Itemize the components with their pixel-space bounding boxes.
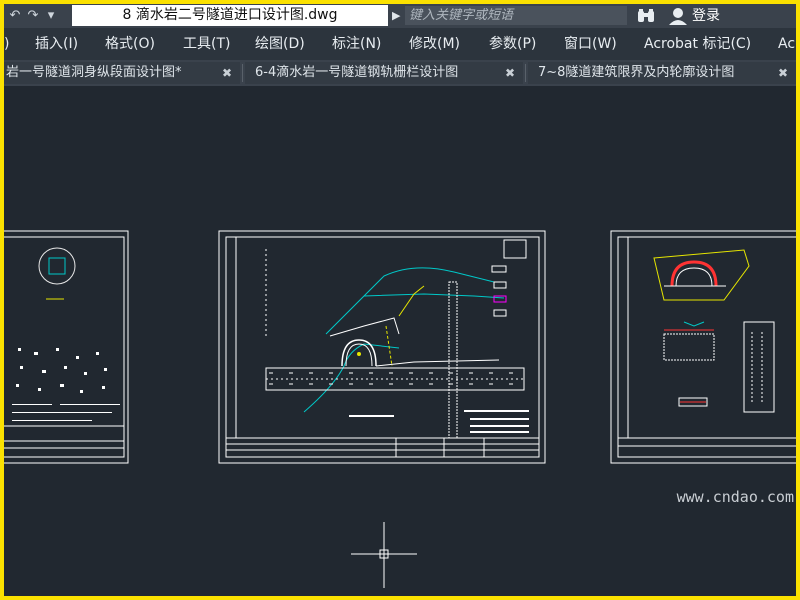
menu-item-partial[interactable]: ) xyxy=(4,28,9,60)
tab-rail-fence[interactable]: 6-4滴水岩一号隧道钢轨栅栏设计图 ✖ xyxy=(245,62,523,84)
menu-item-draw[interactable]: 绘图(D) xyxy=(255,28,305,60)
menu-item-parameters[interactable]: 参数(P) xyxy=(489,28,536,60)
redo-icon[interactable]: ↷ xyxy=(24,7,42,25)
document-tab-bar: 岩一号隧道洞身纵段面设计图* ✖ 6-4滴水岩一号隧道钢轨栅栏设计图 ✖ 7~8… xyxy=(4,60,796,86)
menu-item-dimension[interactable]: 标注(N) xyxy=(332,28,381,60)
menu-item-acrobat[interactable]: Acrobat 标记(C) xyxy=(644,28,751,60)
menu-item-insert[interactable]: 插入(I) xyxy=(35,28,78,60)
quick-access-toolbar: ↶ ↷ ▾ xyxy=(6,7,68,25)
drawing-canvas[interactable] xyxy=(4,86,796,596)
menu-item-overflow[interactable]: Ac xyxy=(778,28,795,60)
tab-label: 6-4滴水岩一号隧道钢轨栅栏设计图 xyxy=(255,65,459,80)
search-input[interactable] xyxy=(405,6,627,25)
menu-item-tools[interactable]: 工具(T) xyxy=(183,28,230,60)
menu-item-format[interactable]: 格式(O) xyxy=(105,28,155,60)
close-icon[interactable]: ✖ xyxy=(778,62,788,84)
binoculars-icon[interactable] xyxy=(636,8,656,24)
tab-clearance[interactable]: 7~8隧道建筑限界及内轮廓设计图 ✖ xyxy=(528,62,796,84)
dropdown-icon[interactable]: ▾ xyxy=(42,7,60,25)
search-expand-icon[interactable]: ▶ xyxy=(392,7,400,25)
menu-item-window[interactable]: 窗口(W) xyxy=(564,28,617,60)
undo-icon[interactable]: ↶ xyxy=(6,7,24,25)
tab-separator xyxy=(242,64,243,82)
watermark-text: www.cndao.com xyxy=(676,488,794,506)
menu-item-modify[interactable]: 修改(M) xyxy=(409,28,460,60)
menu-bar: ) 插入(I) 格式(O) 工具(T) 绘图(D) 标注(N) 修改(M) 参数… xyxy=(4,28,796,60)
tab-label: 岩一号隧道洞身纵段面设计图* xyxy=(6,65,182,80)
app-window: ↶↷▾ 8 滴水岩二号隧道进口设计图.dwg ▶ 登录 ) 插入(I) 格式(O… xyxy=(4,4,796,596)
document-title: 8 滴水岩二号隧道进口设计图.dwg xyxy=(72,5,388,26)
tab-tunnel-profile[interactable]: 岩一号隧道洞身纵段面设计图* ✖ xyxy=(4,62,240,84)
close-icon[interactable]: ✖ xyxy=(222,62,232,84)
tab-separator xyxy=(525,64,526,82)
tab-label: 7~8隧道建筑限界及内轮廓设计图 xyxy=(538,65,735,80)
login-link[interactable]: 登录 xyxy=(692,6,720,26)
user-icon[interactable] xyxy=(668,7,688,25)
title-bar: ↶↷▾ 8 滴水岩二号隧道进口设计图.dwg ▶ 登录 xyxy=(4,4,796,28)
close-icon[interactable]: ✖ xyxy=(505,62,515,84)
